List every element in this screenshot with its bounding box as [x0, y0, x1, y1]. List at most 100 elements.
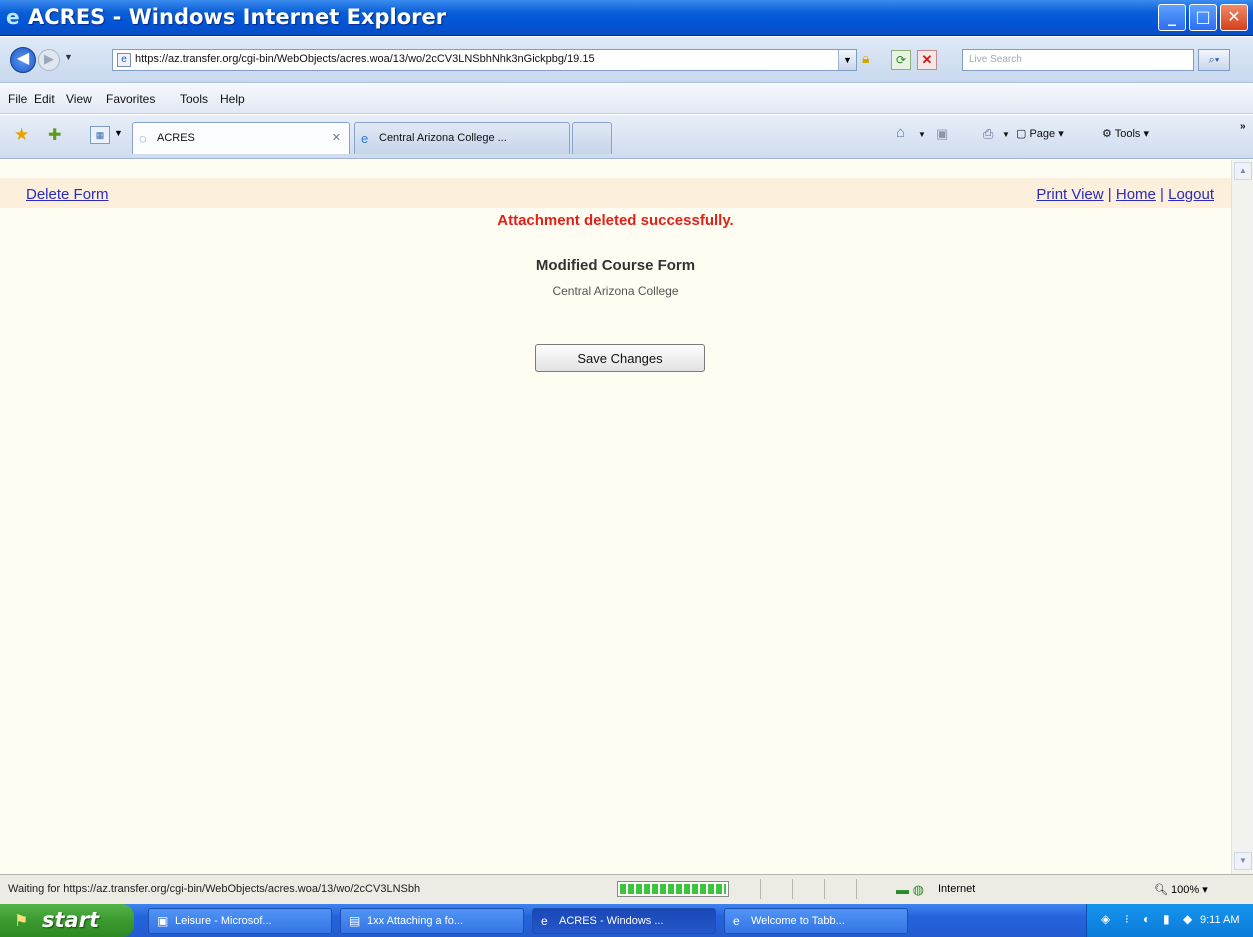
menu-file[interactable]: File — [8, 92, 27, 106]
menu-help[interactable]: Help — [220, 92, 245, 106]
zoom-value: 100% — [1171, 884, 1200, 896]
search-icon[interactable]: ⌕▾ — [1198, 49, 1230, 71]
home-icon[interactable]: ⌂ — [896, 124, 905, 141]
address-url: https://az.transfer.org/cgi-bin/WebObjec… — [135, 53, 595, 65]
forward-button[interactable]: ▶ — [38, 49, 60, 71]
page-content: Delete Form Print View | Home | Logout A… — [0, 160, 1231, 874]
status-divider — [824, 879, 825, 899]
feeds-icon[interactable]: ▣ — [936, 126, 948, 142]
quick-tabs-icon[interactable]: ▦ — [90, 126, 110, 144]
refresh-icon[interactable]: ⟳ — [891, 50, 911, 70]
new-tab-button[interactable] — [572, 122, 612, 154]
internet-zone-icon: ▬ ◍ — [896, 882, 924, 897]
status-bar: Waiting for https://az.transfer.org/cgi-… — [0, 874, 1253, 904]
document-icon: ▤ — [349, 914, 361, 928]
menu-favorites[interactable]: Favorites — [106, 92, 155, 106]
vertical-scrollbar[interactable]: ▲ ▼ — [1231, 160, 1253, 874]
page-menu[interactable]: ▢ Page ▾ — [1016, 127, 1064, 140]
scroll-up-icon[interactable]: ▲ — [1234, 162, 1252, 180]
status-text: Waiting for https://az.transfer.org/cgi-… — [8, 883, 421, 895]
status-divider — [792, 879, 793, 899]
stop-icon[interactable]: ✕ — [917, 50, 937, 70]
delete-form-link[interactable]: Delete Form — [26, 186, 109, 203]
menu-view[interactable]: View — [66, 92, 92, 106]
taskbar-item-acres[interactable]: e ACRES - Windows ... — [532, 908, 716, 934]
gear-icon: ⚙ — [1102, 128, 1115, 140]
tools-menu-label: Tools ▾ — [1114, 128, 1149, 140]
tab-close-icon[interactable]: ✕ — [332, 131, 341, 144]
start-label: start — [42, 908, 100, 932]
taskbar-item-label: Welcome to Tabb... — [751, 915, 845, 927]
logout-link[interactable]: Logout — [1168, 186, 1214, 203]
taskbar-item-label: Leisure - Microsof... — [175, 915, 272, 927]
save-changes-button[interactable]: Save Changes — [535, 344, 705, 372]
search-placeholder: Live Search — [969, 54, 1022, 65]
ie-page-icon: e — [361, 131, 369, 146]
menu-edit[interactable]: Edit — [34, 92, 55, 106]
close-button[interactable]: ✕ — [1220, 4, 1248, 31]
lock-icon[interactable]: 🔒︎ — [862, 50, 878, 68]
ie-icon: e — [541, 914, 548, 928]
top-nav-links: Print View | Home | Logout — [1036, 186, 1214, 203]
success-message: Attachment deleted successfully. — [497, 212, 734, 229]
title-bar: e ACRES - Windows Internet Explorer _ □ … — [0, 0, 1253, 36]
taskbar-item-attaching[interactable]: ▤ 1xx Attaching a fo... — [340, 908, 524, 934]
status-divider — [760, 879, 761, 899]
taskbar-item-leisure[interactable]: ▣ Leisure - Microsof... — [148, 908, 332, 934]
access-icon: ▣ — [157, 914, 169, 928]
minimize-button[interactable]: _ — [1158, 4, 1186, 31]
ie-logo-icon: e — [6, 5, 20, 29]
zone-label: Internet — [938, 883, 976, 895]
search-input[interactable]: Live Search — [962, 49, 1194, 71]
more-commands-icon[interactable]: » — [1240, 121, 1246, 132]
taskbar-item-welcome[interactable]: e Welcome to Tabb... — [724, 908, 908, 934]
tab-label: ACRES — [157, 132, 195, 144]
taskbar-item-label: ACRES - Windows ... — [559, 915, 664, 927]
tray-volume-icon[interactable]: ◐ — [1143, 912, 1150, 926]
print-view-link[interactable]: Print View — [1036, 186, 1103, 203]
page-icon: e — [117, 53, 131, 67]
home-link[interactable]: Home — [1116, 186, 1156, 203]
print-dropdown-icon[interactable]: ▼ — [1002, 130, 1010, 139]
clock: 9:11 AM — [1200, 914, 1240, 926]
progress-fill — [620, 884, 726, 894]
ie-icon: e — [733, 914, 740, 928]
taskbar: ⚑ start ▣ Leisure - Microsof... ▤ 1xx At… — [0, 904, 1253, 937]
start-button[interactable]: ⚑ start — [0, 904, 134, 937]
page-menu-label: Page ▾ — [1029, 128, 1064, 140]
back-button[interactable]: ◀ — [10, 47, 36, 73]
menu-tools[interactable]: Tools — [180, 92, 208, 106]
tab-bar: ★ ✚ ▦ ▼ ◌ ACRES ✕ e Central Arizona Coll… — [0, 115, 1253, 159]
maximize-button[interactable]: □ — [1189, 4, 1217, 31]
tab-list-dropdown-icon[interactable]: ▼ — [114, 128, 123, 138]
tab-acres[interactable]: ◌ ACRES ✕ — [132, 122, 350, 154]
taskbar-item-label: 1xx Attaching a fo... — [367, 915, 464, 927]
tools-menu[interactable]: ⚙ Tools ▾ — [1102, 127, 1149, 140]
zoom-level[interactable]: 🔍︎ 100% ▾ — [1154, 883, 1208, 896]
college-name: Central Arizona College — [552, 284, 679, 298]
add-favorite-icon[interactable]: ✚ — [48, 125, 61, 145]
scroll-down-icon[interactable]: ▼ — [1234, 852, 1252, 870]
tab-label: Central Arizona College ... — [379, 132, 507, 144]
history-dropdown-icon[interactable]: ▼ — [64, 52, 73, 62]
favorites-star-icon[interactable]: ★ — [14, 125, 29, 145]
home-dropdown-icon[interactable]: ▼ — [918, 130, 926, 139]
print-icon[interactable]: ⎙ — [983, 126, 993, 142]
browser-window: e ACRES - Windows Internet Explorer _ □ … — [0, 0, 1253, 937]
address-input[interactable]: e https://az.transfer.org/cgi-bin/WebObj… — [112, 49, 857, 71]
address-bar: ◀ ▶ ▼ e https://az.transfer.org/cgi-bin/… — [0, 37, 1253, 83]
address-dropdown-icon[interactable]: ▼ — [838, 50, 856, 70]
tray-shield-icon[interactable]: ◈ — [1101, 912, 1110, 926]
loading-icon: ◌ — [139, 131, 147, 146]
tray-signal-icon[interactable]: ▮ — [1163, 912, 1170, 926]
tray-network-icon[interactable]: ⁝ — [1125, 912, 1129, 926]
link-separator: | — [1155, 186, 1169, 203]
tray-security-icon[interactable]: ◆ — [1183, 912, 1192, 926]
tab-central-arizona-college[interactable]: e Central Arizona College ... — [354, 122, 570, 154]
status-divider — [856, 879, 857, 899]
menu-bar: File Edit View Favorites Tools Help — [0, 84, 1253, 114]
progress-bar — [617, 881, 729, 897]
link-separator: | — [1103, 186, 1116, 203]
page-icon: ▢ — [1016, 128, 1030, 140]
window-title: ACRES - Windows Internet Explorer — [28, 5, 447, 29]
